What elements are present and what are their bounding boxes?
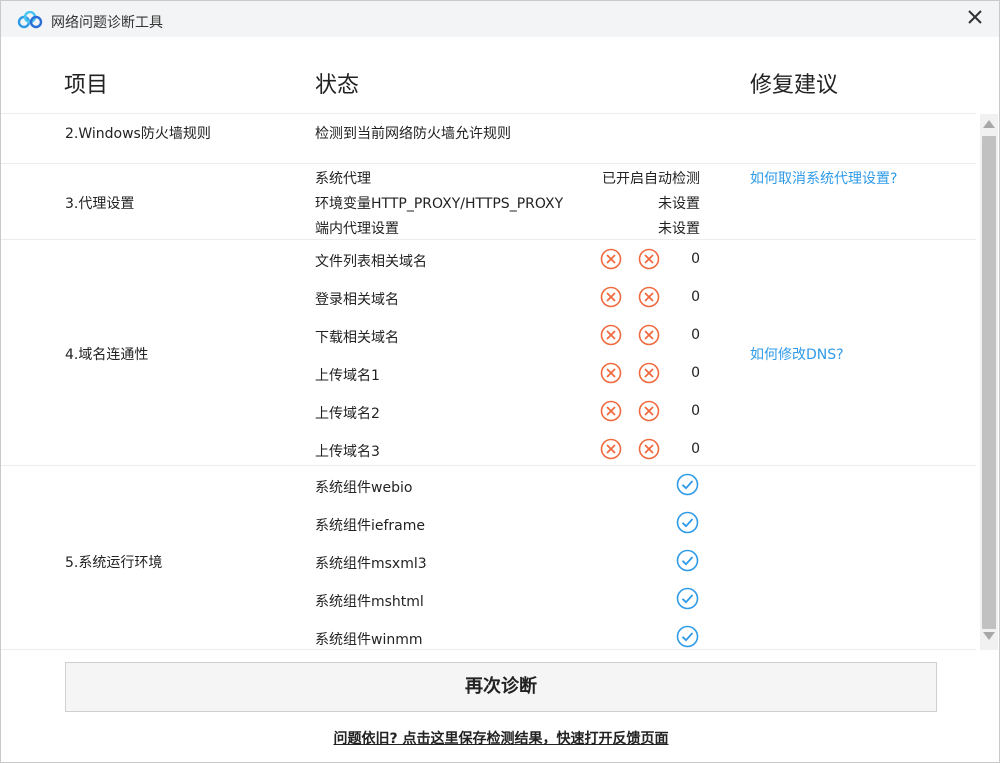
app-logo-icon <box>17 11 43 29</box>
proxy-item-value: 已开启自动检测 <box>602 171 700 187</box>
x-circle-icon <box>638 324 660 346</box>
env-item-label: 系统组件winmm <box>315 632 423 648</box>
x-circle-icon <box>600 400 622 422</box>
firewall-status: 检测到当前网络防火墙允许规则 <box>315 126 511 142</box>
header-item: 项目 <box>64 73 109 98</box>
proxy-item-label: 端内代理设置 <box>315 221 399 237</box>
domain-item-count: 0 <box>691 441 700 457</box>
env-item-label: 系统组件webio <box>315 480 413 496</box>
x-circle-icon <box>600 324 622 346</box>
vertical-scrollbar[interactable] <box>980 114 998 650</box>
domain-item-label: 下载相关域名 <box>315 330 399 346</box>
proxy-item-label: 系统代理 <box>315 171 371 187</box>
check-circle-icon <box>676 473 699 496</box>
domain-item-count: 0 <box>691 251 700 267</box>
results-list: 2.Windows防火墙规则 检测到当前网络防火墙允许规则 3.代理设置 系统代… <box>1 114 976 650</box>
domain-item-count: 0 <box>691 289 700 305</box>
check-circle-icon <box>676 511 699 534</box>
scroll-down-arrow-icon[interactable] <box>983 632 995 640</box>
env-item-label: 系统组件mshtml <box>315 594 424 610</box>
x-circle-icon <box>600 286 622 308</box>
domain-item-label: 上传域名3 <box>315 444 380 460</box>
proxy-item-value: 未设置 <box>658 196 700 212</box>
x-circle-icon <box>600 438 622 460</box>
domain-item-label: 上传域名2 <box>315 406 380 422</box>
domain-item-label: 登录相关域名 <box>315 292 399 308</box>
x-circle-icon <box>638 438 660 460</box>
rediagnose-button[interactable]: 再次诊断 <box>65 662 937 712</box>
proxy-item-label: 环境变量HTTP_PROXY/HTTPS_PROXY <box>315 196 564 212</box>
window-title: 网络问题诊断工具 <box>51 15 163 31</box>
table-header: 项目 状态 修复建议 <box>1 37 976 114</box>
row-title: 4.域名连通性 <box>65 347 149 363</box>
check-circle-icon <box>676 549 699 572</box>
x-circle-icon <box>638 248 660 270</box>
proxy-item-value: 未设置 <box>658 221 700 237</box>
scroll-up-arrow-icon[interactable] <box>983 120 995 128</box>
header-status: 状态 <box>315 73 360 98</box>
x-circle-icon <box>638 286 660 308</box>
row-environment: 5.系统运行环境 系统组件webio 系统组件ieframe 系统组件msxml… <box>1 466 976 650</box>
bottom-divider <box>1 649 976 650</box>
feedback-link[interactable]: 问题依旧? 点击这里保存检测结果，快速打开反馈页面 <box>1 728 1000 748</box>
cancel-proxy-link[interactable]: 如何取消系统代理设置? <box>750 168 897 188</box>
domain-item-count: 0 <box>691 327 700 343</box>
row-title: 3.代理设置 <box>65 196 135 212</box>
check-circle-icon <box>676 587 699 610</box>
x-circle-icon <box>638 362 660 384</box>
env-item-label: 系统组件ieframe <box>315 518 426 534</box>
scroll-thumb[interactable] <box>982 136 996 629</box>
row-title: 2.Windows防火墙规则 <box>65 126 211 142</box>
row-firewall: 2.Windows防火墙规则 检测到当前网络防火墙允许规则 <box>1 114 976 164</box>
title-bar: 网络问题诊断工具 <box>1 1 999 37</box>
domain-item-label: 上传域名1 <box>315 368 380 384</box>
x-circle-icon <box>600 362 622 384</box>
domain-item-count: 0 <box>691 365 700 381</box>
env-item-label: 系统组件msxml3 <box>315 556 427 572</box>
x-circle-icon <box>638 400 660 422</box>
close-icon[interactable] <box>965 7 985 27</box>
diagnostic-window: 网络问题诊断工具 项目 状态 修复建议 2.Windows防火墙规则 检测到当前… <box>0 0 1000 763</box>
domain-item-label: 文件列表相关域名 <box>315 254 427 270</box>
check-circle-icon <box>676 625 699 648</box>
x-circle-icon <box>600 248 622 270</box>
header-advice: 修复建议 <box>750 73 839 98</box>
row-title: 5.系统运行环境 <box>65 555 163 571</box>
domain-item-count: 0 <box>691 403 700 419</box>
row-domain: 4.域名连通性 如何修改DNS? 文件列表相关域名 0 登录相关域名 0 下载相… <box>1 240 976 466</box>
modify-dns-link[interactable]: 如何修改DNS? <box>750 344 844 364</box>
row-proxy: 3.代理设置 系统代理 已开启自动检测 环境变量HTTP_PROXY/HTTPS… <box>1 164 976 240</box>
